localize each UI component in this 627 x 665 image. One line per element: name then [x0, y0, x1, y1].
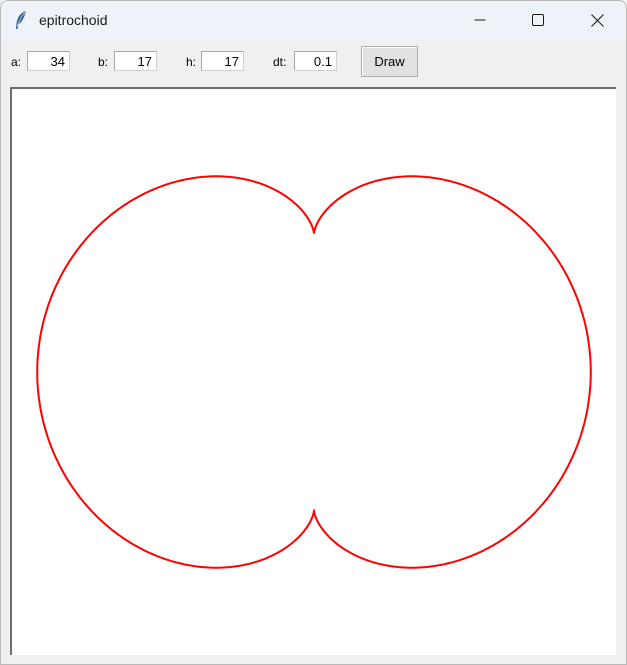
- maximize-button[interactable]: [509, 1, 567, 39]
- draw-button[interactable]: Draw: [361, 46, 418, 77]
- b-input[interactable]: [114, 51, 157, 71]
- feather-icon: [13, 10, 29, 30]
- window-title: epitrochoid: [39, 12, 108, 28]
- dt-label: dt:: [273, 55, 287, 69]
- canvas-surface: [36, 175, 592, 569]
- b-label: b:: [98, 55, 109, 69]
- a-label: a:: [11, 55, 22, 69]
- h-label: h:: [186, 55, 197, 69]
- parameter-toolbar: a: b: h: dt: Draw: [1, 39, 626, 85]
- minimize-icon: [474, 19, 486, 21]
- maximize-icon: [532, 14, 544, 26]
- minimize-button[interactable]: [451, 1, 509, 39]
- dt-input[interactable]: [294, 51, 337, 71]
- a-input[interactable]: [27, 51, 70, 71]
- app-window: epitrochoid a: b: h: dt: Draw: [0, 0, 627, 665]
- h-input[interactable]: [201, 51, 244, 71]
- close-button[interactable]: [568, 1, 626, 39]
- epitrochoid-curve: [36, 175, 592, 569]
- close-icon: [590, 13, 604, 27]
- title-bar[interactable]: epitrochoid: [1, 1, 626, 39]
- drawing-canvas[interactable]: [10, 87, 616, 655]
